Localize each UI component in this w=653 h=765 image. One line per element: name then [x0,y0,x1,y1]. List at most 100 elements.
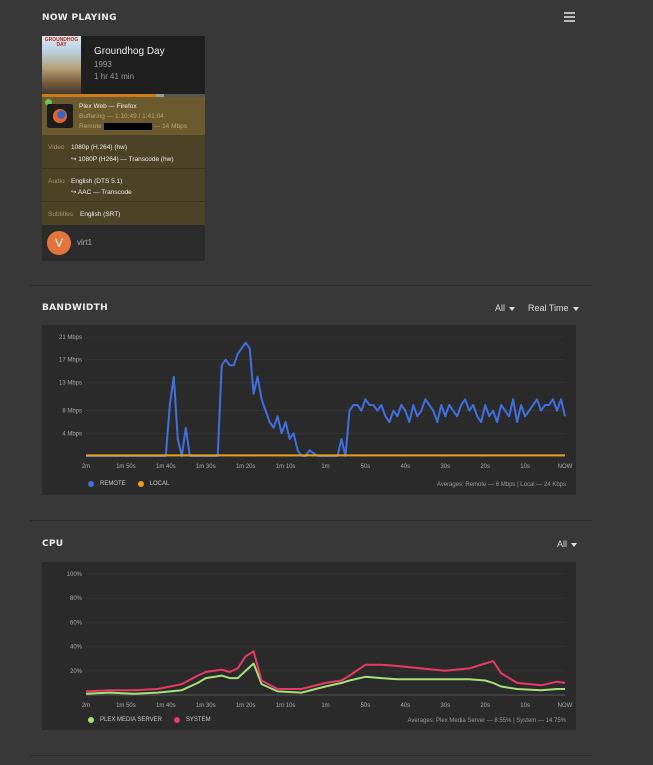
x-tick-label: 1m 20s [236,703,256,709]
audio-label: Audio [48,178,65,185]
y-tick-label: 80% [70,596,83,602]
bandwidth-filter-label: All [495,303,506,313]
y-tick-label: 8 Mbps [62,409,82,415]
x-tick-label: 1m 40s [156,703,176,709]
audio-source: English (DTS 5.1) [71,178,123,185]
poster-title-text: GROUNDHOG DAY [44,37,79,48]
x-tick-label: 1m 10s [276,703,296,709]
audio-transcode: ↪ AAC — Transcode [71,189,132,196]
player-name: Plex Web — Firefox [79,103,137,110]
y-tick-label: 4 Mbps [62,431,82,437]
cpu-averages: Averages: Plex Media Server — 8.55% | Sy… [407,718,566,724]
player-location: Remote — 14 Mbps [79,123,187,130]
cpu-title: CPU [42,539,64,549]
cpu-chart-svg: 20% 40% 60% 80% 100% 2m 1m 50s 1m 40s 1m 30s 1m 2… [67,572,573,709]
legend-system[interactable]: SYSTEM [173,717,211,723]
bandwidth-range-label: Real Time [528,303,569,313]
user-row[interactable]: V virt1 [42,225,205,261]
remote-dot [88,481,94,487]
x-tick-label: 50s [361,703,371,709]
x-tick-label: 2m [82,464,90,470]
cpu-filter-dropdown[interactable]: All [557,539,578,549]
x-tick-label: 50s [361,464,371,470]
bandwidth-filter-dropdown[interactable]: All [495,303,516,313]
system-dot [173,717,180,723]
x-tick-label: 1m [321,464,329,470]
x-tick-label: 1m 20s [236,464,256,470]
movie-poster[interactable]: GROUNDHOG DAY [42,36,81,94]
redacted-ip [103,123,152,130]
x-tick-label: 30s [440,703,450,709]
x-tick-label: 1m 50s [116,464,136,470]
bandwidth-chart: 4 Mbps 8 Mbps 13 Mbps 17 Mbps 21 Mbps 2m 1m 50… [42,325,576,495]
subtitles-label: Subtitles [48,211,73,218]
x-tick-label: 1m 10s [276,464,296,470]
bandwidth-title: BANDWIDTH [42,303,108,313]
video-source: 1080p (H.264) (hw) [71,144,127,151]
video-transcode: ↪ 1080P (H264) — Transcode (hw) [71,156,174,163]
bandwidth-range-dropdown[interactable]: Real Time [528,303,579,313]
x-tick-label: 40s [400,464,410,470]
legend-local[interactable]: LOCAL [137,481,170,487]
x-tick-label: 10s [520,464,530,470]
legend-remote-label: REMOTE [100,481,126,487]
legend-system-label: SYSTEM [185,717,211,723]
x-tick-label: 1m 40s [156,464,176,470]
x-tick-label: 40s [400,703,410,709]
x-tick-label: 1m [321,703,329,709]
stream-details: Video 1080p (H.264) (hw) ↪ 1080P (H264) … [42,135,205,225]
chevron-down-icon [509,306,516,311]
firefox-icon [47,104,73,128]
cpu-legend: PLEX MEDIA SERVER SYSTEM [88,717,223,723]
legend-local-label: LOCAL [149,481,170,487]
username[interactable]: virt1 [77,238,92,247]
x-tick-label: NOW [558,703,573,709]
bandwidth-averages: Averages: Remote — 6 Mbps | Local — 24 K… [436,482,566,488]
y-tick-label: 21 Mbps [59,335,82,341]
y-tick-label: 60% [70,620,83,626]
now-playing-card[interactable]: GROUNDHOG DAY Groundhog Day 1993 1 hr 41… [42,36,205,261]
section-divider [30,755,592,756]
movie-duration: 1 hr 41 min [94,72,135,81]
y-tick-label: 20% [70,669,83,675]
now-playing-title: NOW PLAYING [42,13,117,23]
chevron-down-icon [571,542,578,547]
local-dot [137,481,144,487]
location-bandwidth: — 14 Mbps [153,123,188,131]
subtitles-value: English (SRT) [80,211,121,218]
section-divider [30,520,592,521]
movie-title[interactable]: Groundhog Day [94,46,165,57]
x-tick-label: 20s [480,464,490,470]
y-tick-label: 40% [70,645,83,651]
legend-plex-media-server[interactable]: PLEX MEDIA SERVER [88,717,162,723]
location-label: Remote [79,123,102,131]
cpu-filter-label: All [557,539,568,549]
y-tick-label: 17 Mbps [59,358,82,364]
movie-year: 1993 [94,60,112,69]
x-tick-label: 2m [82,703,90,709]
user-avatar[interactable]: V [47,231,71,255]
x-tick-label: 1m 30s [196,464,216,470]
bandwidth-chart-svg: 4 Mbps 8 Mbps 13 Mbps 17 Mbps 21 Mbps 2m 1m 50… [59,335,573,470]
player-info: Plex Web — Firefox Buffering — 1:10:49 /… [42,97,205,135]
legend-server-label: PLEX MEDIA SERVER [100,717,162,723]
y-tick-label: 100% [67,572,83,578]
y-tick-label: 13 Mbps [59,380,82,386]
x-tick-label: NOW [558,464,573,470]
x-tick-label: 1m 30s [196,703,216,709]
legend-remote[interactable]: REMOTE [88,481,126,487]
bandwidth-legend: REMOTE LOCAL [88,481,181,487]
cpu-chart: 20% 40% 60% 80% 100% 2m 1m 50s 1m 40s 1m 30s 1m 2… [42,562,576,730]
player-state: Buffering — 1:10:49 / 1:41:04 [79,113,164,120]
server-dot [88,717,94,723]
x-tick-label: 20s [480,703,490,709]
video-label: Video [48,144,65,151]
series-line-system [85,650,566,693]
x-tick-label: 1m 50s [116,703,136,709]
x-tick-label: 30s [440,464,450,470]
x-tick-label: 10s [520,703,530,709]
chevron-down-icon [572,306,579,311]
section-divider [30,285,592,286]
list-menu-icon[interactable] [564,12,575,23]
media-header[interactable]: GROUNDHOG DAY Groundhog Day 1993 1 hr 41… [42,36,205,94]
